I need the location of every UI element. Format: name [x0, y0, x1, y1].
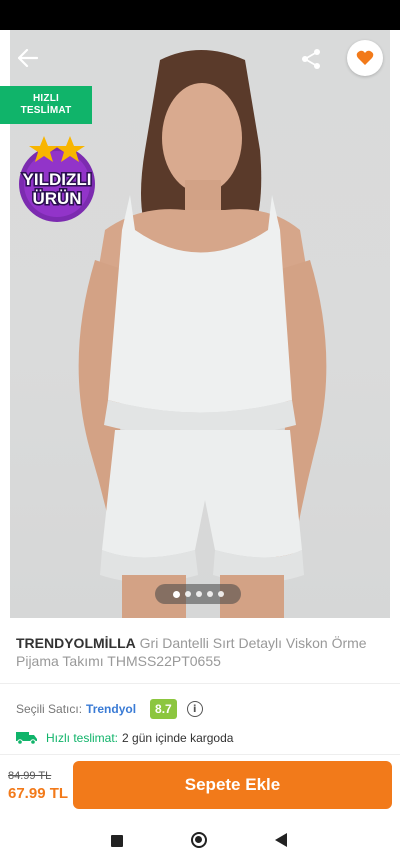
delivery-label: Hızlı teslimat:: [46, 731, 119, 745]
carousel-dot[interactable]: [184, 591, 191, 597]
fast-badge-line1: HIZLI: [33, 93, 59, 104]
recents-icon[interactable]: [111, 835, 123, 847]
back-triangle-icon[interactable]: [275, 833, 287, 847]
product-title: TRENDYOLMİLLA Gri Dantelli Sırt Detaylı …: [16, 634, 376, 670]
seller-label: Seçili Satıcı:: [16, 702, 83, 716]
old-price: 84.99 TL: [8, 770, 52, 782]
carousel-dot[interactable]: [206, 591, 213, 597]
star-badge-line2: ÜRÜN: [32, 189, 81, 208]
fast-delivery-badge: HIZLI TESLİMAT: [0, 86, 92, 124]
back-button[interactable]: [10, 40, 46, 76]
seller-row: Seçili Satıcı: Trendyol 8.7 i: [16, 697, 203, 721]
carousel-dot[interactable]: [217, 591, 224, 597]
carousel-dot[interactable]: [195, 591, 202, 597]
system-nav-bar: [0, 818, 400, 866]
favorite-button[interactable]: [347, 40, 383, 76]
starred-product-badge: YILDIZLI ÜRÜN: [19, 136, 95, 222]
carousel-dot[interactable]: [172, 590, 180, 598]
heart-icon: [356, 50, 374, 65]
delivery-row: Hızlı teslimat: 2 gün içinde kargoda: [16, 728, 233, 748]
image-carousel-dots[interactable]: [155, 584, 241, 604]
divider: [0, 683, 400, 684]
status-bar: [0, 0, 400, 30]
divider: [0, 754, 400, 755]
price-block: 84.99 TL 67.99 TL: [8, 770, 72, 802]
info-icon[interactable]: i: [186, 701, 203, 717]
home-icon[interactable]: [191, 832, 207, 848]
brand-name[interactable]: TRENDYOLMİLLA: [16, 635, 136, 651]
seller-link[interactable]: Trendyol: [86, 702, 136, 716]
current-price: 67.99 TL: [8, 785, 69, 802]
share-button[interactable]: [294, 42, 328, 76]
arrow-left-icon: [18, 49, 38, 67]
seller-score-badge: 8.7: [150, 699, 177, 719]
add-to-cart-button[interactable]: Sepete Ekle: [73, 761, 392, 809]
delivery-value: 2 gün içinde kargoda: [122, 731, 234, 745]
fast-badge-line2: TESLİMAT: [20, 105, 72, 116]
truck-icon: [16, 732, 37, 745]
star-badge-line1: YILDIZLI: [23, 170, 92, 189]
share-icon: [302, 49, 320, 69]
